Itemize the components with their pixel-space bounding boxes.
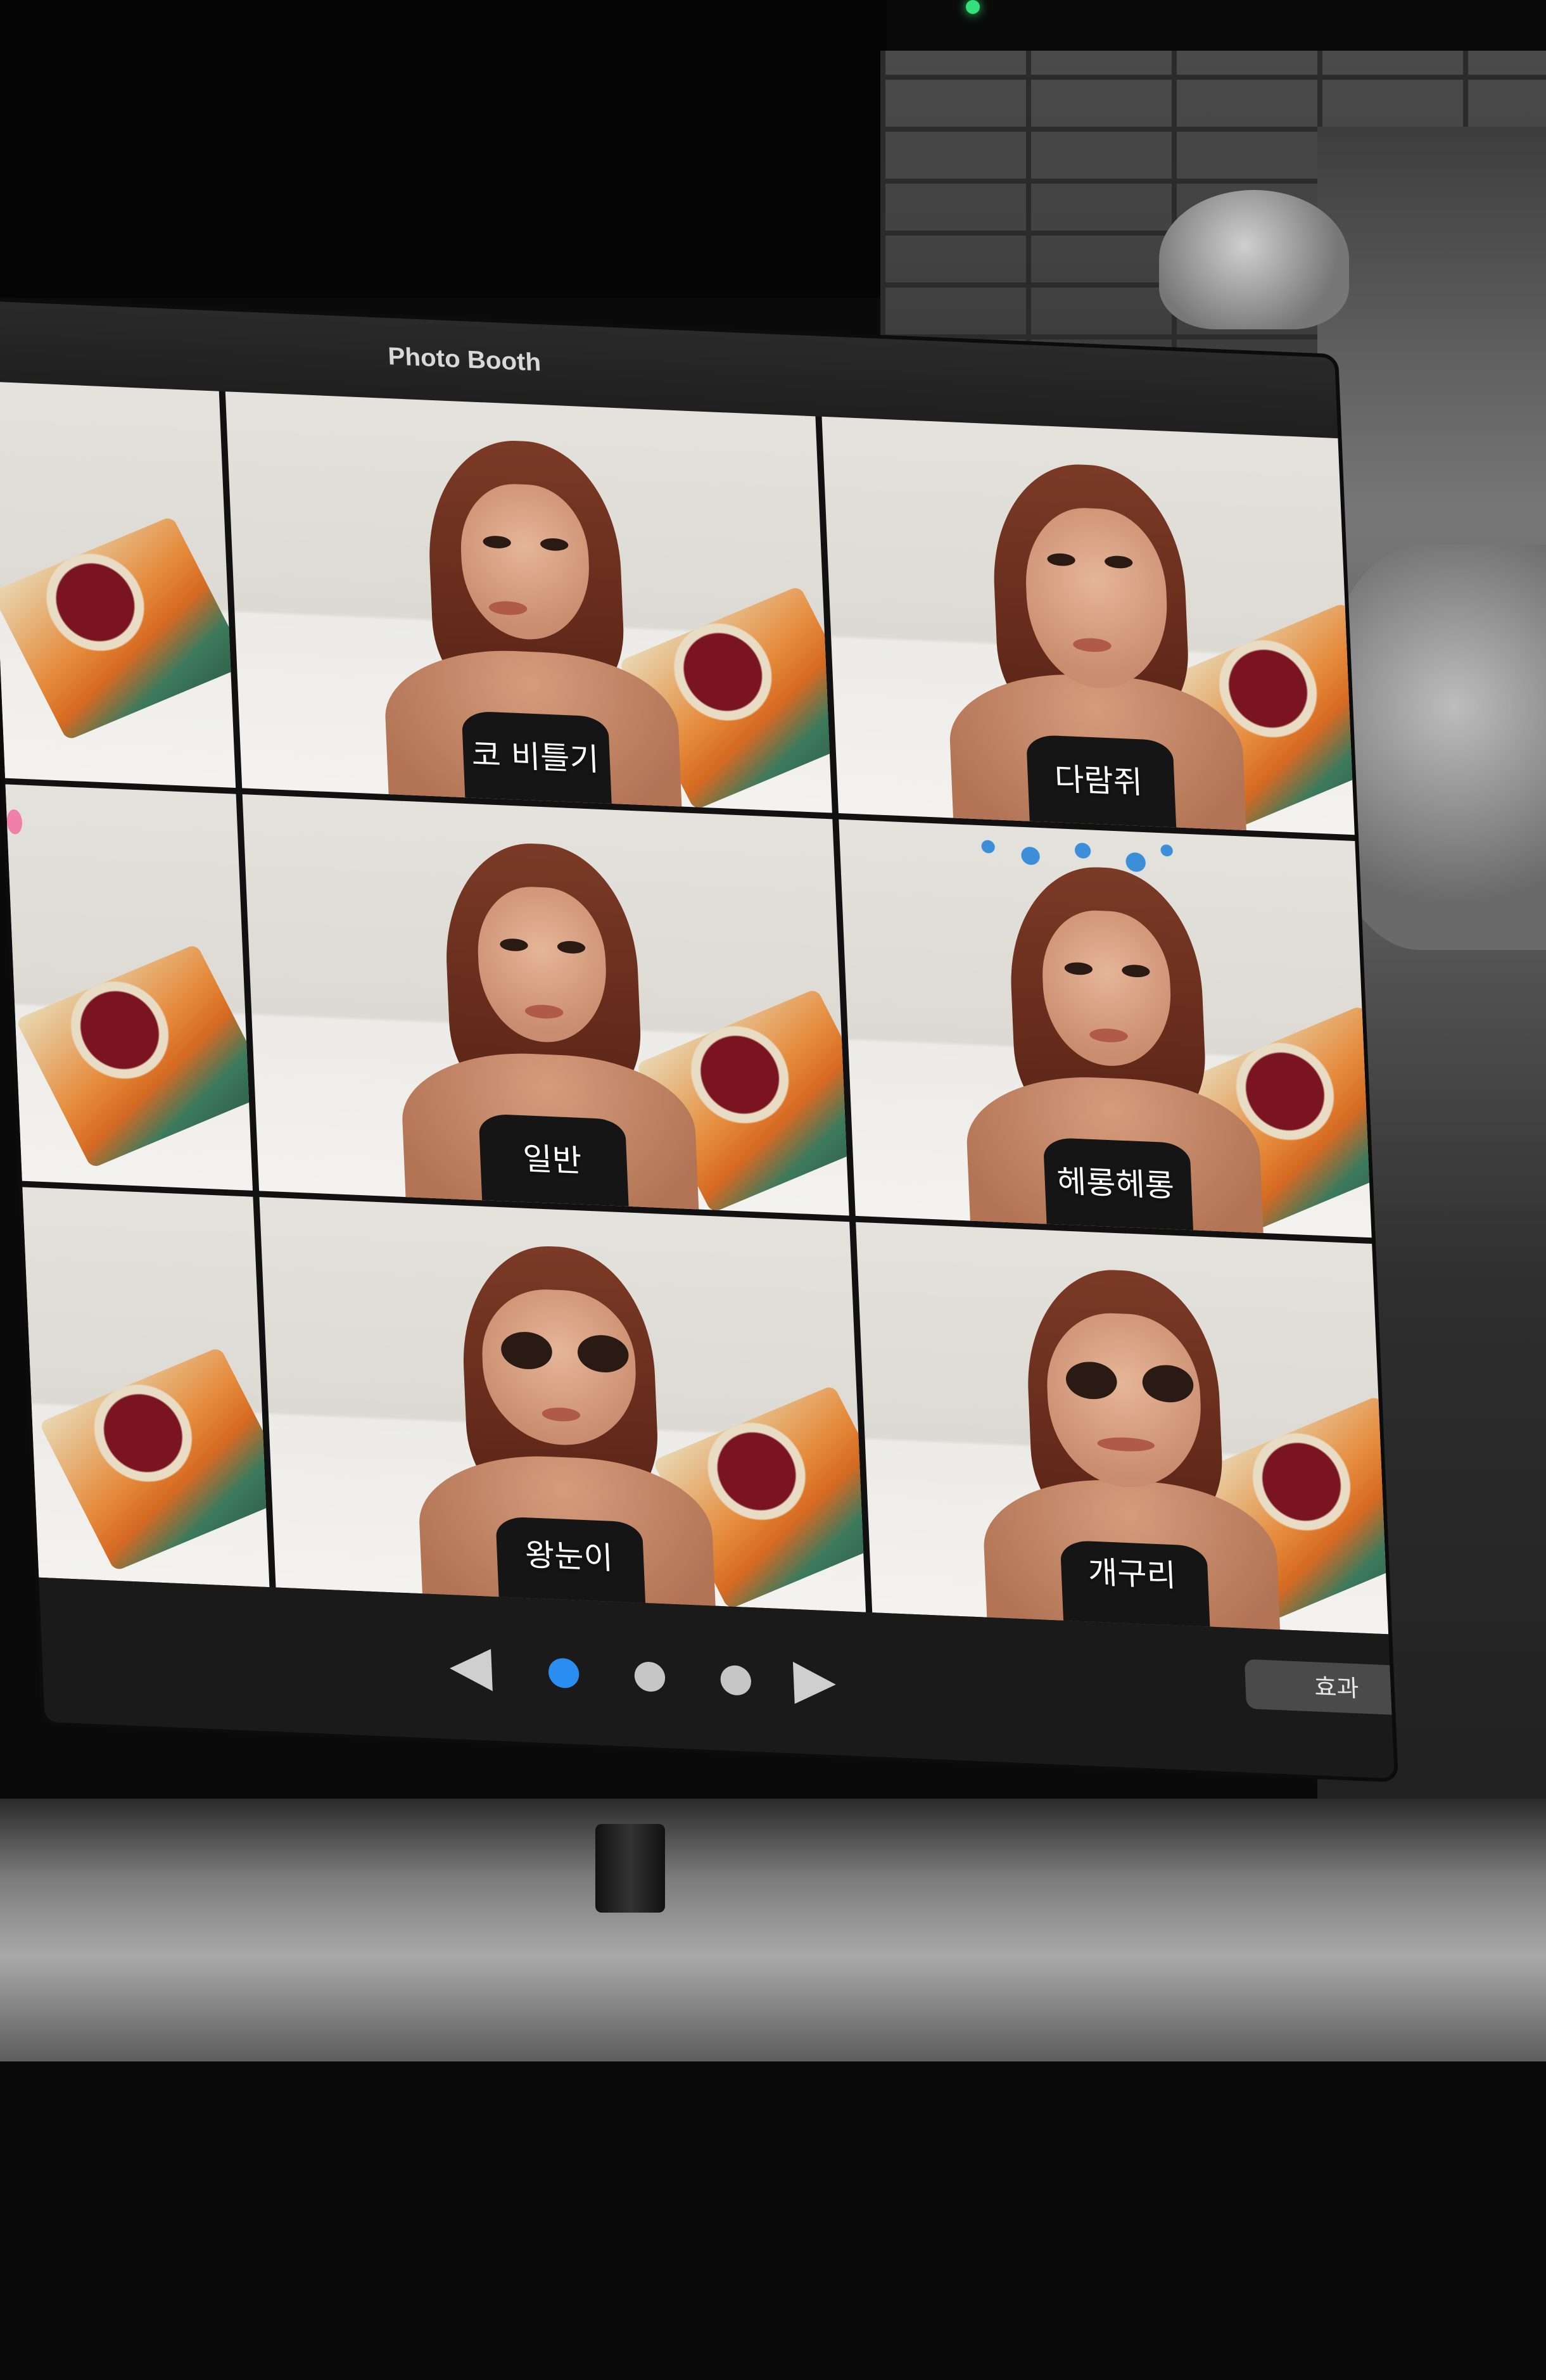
page-dot-1[interactable]: [548, 1657, 580, 1689]
page-dot-2[interactable]: [633, 1661, 666, 1693]
effects-button[interactable]: 효과: [1244, 1659, 1399, 1717]
camera-indicator-light: [966, 0, 980, 14]
effects-grid: 코 비틀기 다람쥐 일반 헤롱헤롱 왕눈이 개구리: [0, 381, 1397, 1635]
effect-tile[interactable]: [5, 784, 253, 1191]
monitor-top-bezel: [0, 0, 887, 298]
effect-label: [3, 728, 234, 738]
page-dot-3[interactable]: [719, 1664, 752, 1696]
effect-tile-normal[interactable]: 일반: [242, 794, 849, 1216]
snack-bag: [0, 516, 236, 741]
next-page-icon[interactable]: [792, 1661, 837, 1706]
window-title: Photo Booth: [387, 343, 542, 377]
effect-tile-bug-out[interactable]: 왕눈이: [259, 1197, 866, 1612]
photo-booth-window: Photo Booth 코 비틀기 다람쥐 일반 헤롱헤롱 왕눈이 개구리 효과: [0, 297, 1399, 1783]
snack-bag: [39, 1346, 270, 1572]
previous-page-icon[interactable]: [448, 1647, 493, 1692]
effect-tile-frog[interactable]: 개구리: [856, 1222, 1397, 1635]
pink-sticker: [6, 809, 23, 835]
effect-tile-chipmunk[interactable]: 다람쥐: [821, 416, 1362, 835]
snack-bag: [15, 943, 253, 1169]
effect-tile[interactable]: [22, 1187, 270, 1588]
effect-tile-dizzy[interactable]: 헤롱헤롱: [839, 819, 1379, 1238]
effect-tile-nose-twist[interactable]: 코 비틀기: [225, 391, 832, 813]
background-person-cap: [1159, 190, 1349, 329]
effect-tile[interactable]: [0, 381, 236, 788]
photo-booth-window-wrapper: Photo Booth 코 비틀기 다람쥐 일반 헤롱헤롱 왕눈이 개구리 효과: [0, 297, 1546, 2380]
